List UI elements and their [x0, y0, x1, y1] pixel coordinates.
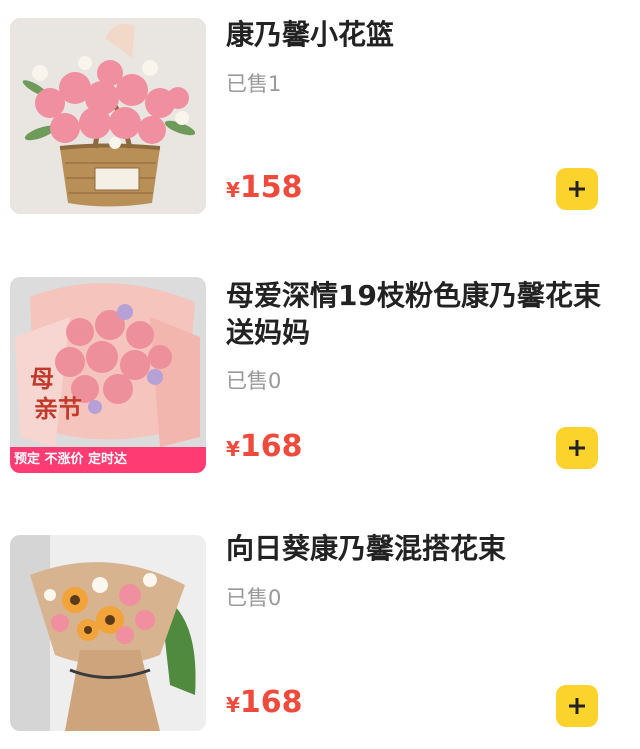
product-item-1[interactable]: 康乃馨小花篮 已售1 ¥158 [0, 18, 640, 228]
add-to-cart-button[interactable] [556, 685, 598, 727]
price-value: 158 [239, 170, 303, 205]
sold-count: 已售0 [226, 369, 282, 393]
plus-icon [569, 181, 585, 197]
plus-icon [569, 698, 585, 714]
product-title[interactable]: 向日葵康乃馨混搭花束 [226, 530, 626, 567]
price-value: 168 [239, 429, 303, 464]
add-to-cart-button[interactable] [556, 168, 598, 210]
svg-text:亲节: 亲节 [34, 394, 82, 423]
currency-symbol: ¥ [226, 693, 240, 717]
price: ¥168 [226, 429, 303, 464]
add-to-cart-button[interactable] [556, 427, 598, 469]
svg-text:母: 母 [30, 364, 54, 393]
sold-count: 已售0 [226, 586, 282, 610]
price: ¥158 [226, 170, 303, 205]
currency-symbol: ¥ [226, 178, 240, 202]
sold-count: 已售1 [226, 72, 282, 96]
product-image[interactable] [10, 535, 206, 731]
product-title[interactable]: 康乃馨小花篮 [226, 16, 626, 53]
price: ¥168 [226, 685, 303, 720]
currency-symbol: ¥ [226, 437, 240, 461]
product-item-2[interactable]: 母 亲节 预定 不涨价 定时达 母爱深情19枝粉色康乃馨花束送妈妈 已售0 ¥1… [0, 277, 640, 487]
product-image[interactable] [10, 18, 206, 214]
price-value: 168 [239, 685, 303, 720]
promo-banner: 预定 不涨价 定时达 [10, 447, 206, 473]
product-title[interactable]: 母爱深情19枝粉色康乃馨花束送妈妈 [226, 277, 626, 351]
product-item-3[interactable]: 向日葵康乃馨混搭花束 已售0 ¥168 [0, 532, 640, 745]
product-image[interactable]: 母 亲节 预定 不涨价 定时达 [10, 277, 206, 473]
plus-icon [569, 440, 585, 456]
